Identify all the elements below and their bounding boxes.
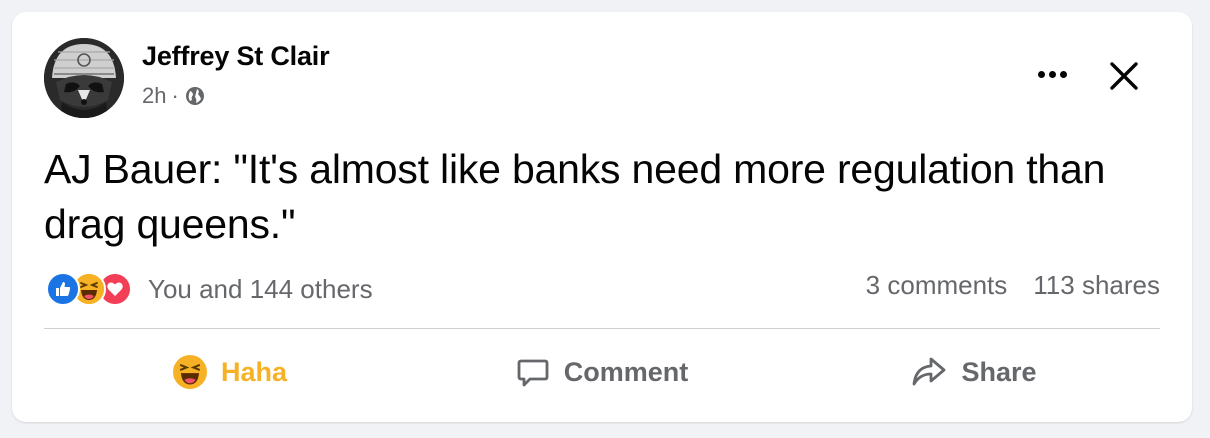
avatar[interactable]	[44, 38, 124, 118]
reaction-summary-text[interactable]: You and 144 others	[148, 274, 373, 305]
like-icon	[46, 272, 80, 306]
dot-icon	[1037, 70, 1045, 78]
comment-button[interactable]: Comment	[416, 342, 788, 402]
shares-count[interactable]: 113 shares	[1033, 270, 1160, 301]
post-time[interactable]: 2h	[142, 83, 166, 109]
close-icon	[1110, 62, 1138, 90]
divider	[44, 328, 1160, 329]
post-card: Jeffrey St Clair 2h · AJ Bauer: "It's al…	[12, 12, 1192, 422]
dot-icon	[1059, 70, 1067, 78]
haha-button[interactable]: Haha	[44, 342, 416, 402]
reaction-summary[interactable]: You and 144 others	[46, 272, 373, 306]
raccoon-avatar-image	[44, 38, 124, 118]
share-label: Share	[961, 356, 1037, 387]
share-icon	[911, 355, 947, 389]
action-bar: Haha Comment Share	[44, 342, 1160, 402]
comment-label: Comment	[563, 356, 689, 387]
engagement-counts: 3 comments 113 shares	[866, 270, 1160, 301]
more-options-button[interactable]	[1032, 62, 1072, 86]
share-button[interactable]: Share	[788, 342, 1160, 402]
post-text: AJ Bauer: "It's almost like banks need m…	[44, 146, 1106, 247]
haha-icon	[172, 355, 207, 389]
close-button[interactable]	[1104, 56, 1144, 96]
comments-count[interactable]: 3 comments	[866, 270, 1008, 301]
globe-icon[interactable]	[185, 86, 205, 106]
author-name[interactable]: Jeffrey St Clair	[142, 41, 330, 72]
post-meta: 2h ·	[142, 83, 205, 109]
comment-icon	[516, 355, 550, 389]
meta-separator: ·	[171, 83, 179, 108]
haha-label: Haha	[220, 356, 288, 387]
dot-icon	[1048, 70, 1056, 78]
